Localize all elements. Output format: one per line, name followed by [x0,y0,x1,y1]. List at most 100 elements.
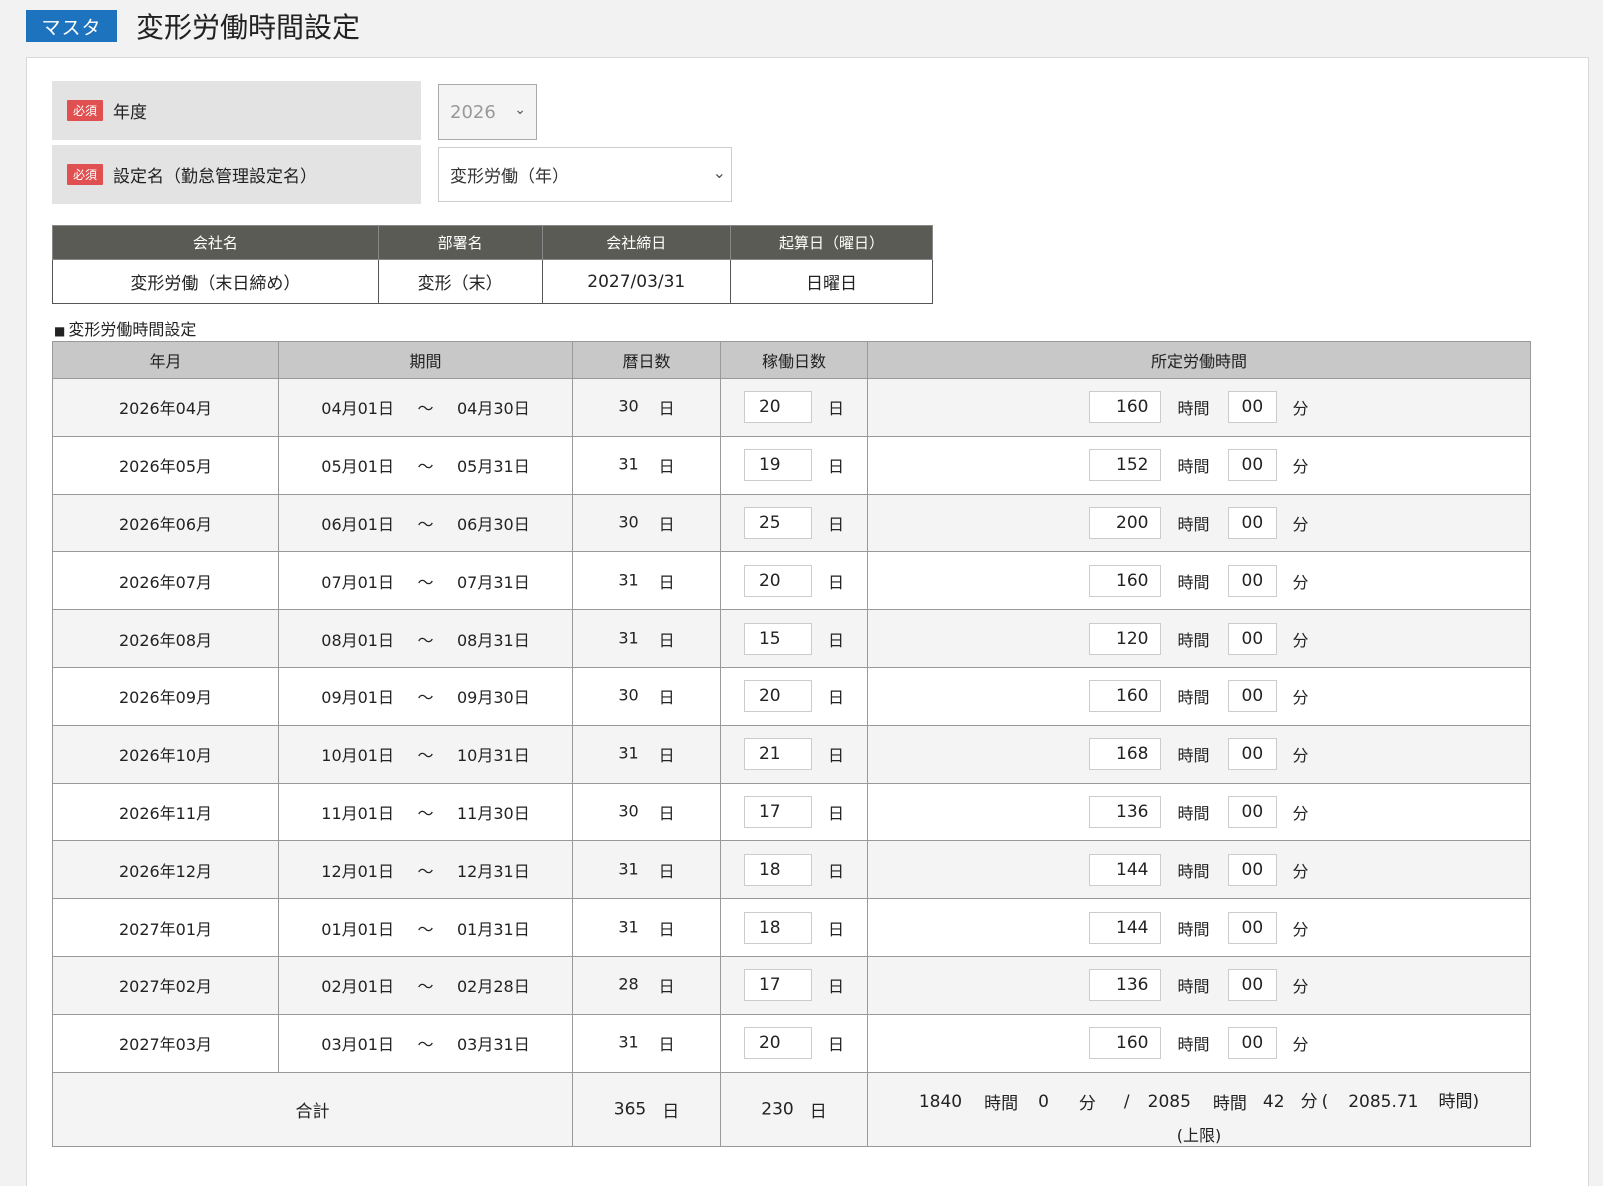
setting-select-value: 変形労働（年） [450,167,569,187]
hours-input[interactable]: 160 [1089,564,1162,597]
required-badge: 必須 [67,100,104,121]
info-header: 会社名 [52,225,379,260]
required-badge: 必須 [67,164,104,185]
minutes-input[interactable]: 00 [1227,564,1277,597]
minutes-input[interactable]: 00 [1227,911,1277,944]
minutes-input[interactable]: 00 [1227,1027,1277,1060]
col-header-calendar-days: 暦日数 [572,341,721,379]
total-hours: 1840 時間 0 分/2085 時間 42 分(2085.71 時間) (上限) [867,1071,1531,1148]
year-select-value: 2026 [450,101,496,123]
minutes-input[interactable]: 00 [1227,738,1277,771]
company-name: 変形労働（末日締め） [52,259,379,304]
row-calendar-days: 31 日 [572,551,721,611]
working-days-input[interactable]: 20 [743,1027,812,1060]
hours-input[interactable]: 136 [1089,969,1162,1002]
minutes-input[interactable]: 00 [1227,391,1277,424]
row-working-days: 17 日 [720,955,868,1015]
row-working-days: 20 日 [720,1013,868,1073]
table-row: 2026年04月 04月01日〜 04月30日 30 日 20 日 160 時間 00 分 [52,378,1531,437]
working-days-input[interactable]: 20 [743,391,812,424]
table-row: 2027年02月 02月01日〜 02月28日 28 日 17 日 136 時間 00 分 [52,955,1531,1015]
working-days-input[interactable]: 21 [743,738,812,771]
year-select[interactable]: 2026 ⌄ [438,84,537,140]
hours-input[interactable]: 160 [1089,1027,1162,1060]
row-scheduled-hours: 144 時間 00 分 [867,898,1531,957]
working-days-input[interactable]: 17 [743,969,812,1002]
row-period: 02月01日〜 02月28日 [278,955,573,1015]
working-days-input[interactable]: 19 [743,449,812,482]
limit-hours-value: 2085 [1147,1091,1191,1112]
working-days-input[interactable]: 20 [743,564,812,597]
table-row: 2026年12月 12月01日〜 12月31日 31 日 18 日 144 時間 00 分 [52,840,1531,900]
row-period: 08月01日〜 08月31日 [278,609,573,668]
hours-input[interactable]: 144 [1089,911,1162,944]
row-working-days: 18 日 [720,898,868,957]
row-calendar-days: 31 日 [572,435,721,495]
working-days-input[interactable]: 15 [743,622,812,655]
hours-input[interactable]: 136 [1089,795,1162,828]
working-days-input[interactable]: 25 [743,506,812,539]
minutes-input[interactable]: 00 [1227,506,1277,539]
minutes-input[interactable]: 00 [1227,969,1277,1002]
limit-decimal-value: 2085.71 [1348,1091,1419,1112]
setting-select[interactable]: 変形労働（年） ⌄ [438,147,732,202]
row-month: 2027年01月 [52,898,279,957]
row-month: 2026年06月 [52,493,279,553]
row-period: 03月01日〜 03月31日 [278,1013,573,1073]
page-title: 変形労働時間設定 [136,11,361,44]
row-scheduled-hours: 136 時間 00 分 [867,782,1531,842]
hours-input[interactable]: 200 [1089,506,1162,539]
working-days-input[interactable]: 18 [743,911,812,944]
hours-input[interactable]: 120 [1089,622,1162,655]
total-working-days: 230 日 [720,1071,868,1148]
row-calendar-days: 30 日 [572,666,721,726]
row-period: 01月01日〜 01月31日 [278,898,573,957]
hours-input[interactable]: 144 [1089,853,1162,886]
row-scheduled-hours: 144 時間 00 分 [867,840,1531,900]
row-calendar-days: 31 日 [572,609,721,668]
row-calendar-days: 28 日 [572,955,721,1015]
working-days-input[interactable]: 18 [743,853,812,886]
table-row: 2027年01月 01月01日〜 01月31日 31 日 18 日 144 時間 00 分 [52,898,1531,957]
info-header: 起算日（曜日） [730,225,933,260]
row-calendar-days: 31 日 [572,1013,721,1073]
row-period: 11月01日〜 11月30日 [278,782,573,842]
setting-field-label: 必須 設定名（勤怠管理設定名） [52,145,421,204]
hours-input[interactable]: 168 [1089,738,1162,771]
minutes-input[interactable]: 00 [1227,449,1277,482]
row-scheduled-hours: 168 時間 00 分 [867,724,1531,784]
row-scheduled-hours: 160 時間 00 分 [867,378,1531,437]
main-panel: 必須 年度 2026 ⌄ 必須 設定名（勤怠管理設定名） 変形労働（年） ⌄ 会… [26,57,1589,1186]
year-field-label: 必須 年度 [52,81,421,140]
minutes-input[interactable]: 00 [1227,680,1277,713]
row-period: 06月01日〜 06月30日 [278,493,573,553]
row-month: 2026年09月 [52,666,279,726]
row-scheduled-hours: 160 時間 00 分 [867,666,1531,726]
start-weekday: 日曜日 [730,259,933,304]
limit-note: (上限) [1176,1126,1222,1146]
table-row: 2026年05月 05月01日〜 05月31日 31 日 19 日 152 時間 00 分 [52,435,1531,495]
minutes-input[interactable]: 00 [1227,622,1277,655]
total-mins-value: 0 [1038,1091,1049,1112]
row-month: 2027年02月 [52,955,279,1015]
row-month: 2026年12月 [52,840,279,900]
working-days-input[interactable]: 20 [743,680,812,713]
row-working-days: 20 日 [720,551,868,611]
hours-input[interactable]: 152 [1089,449,1162,482]
table-row: 2026年06月 06月01日〜 06月30日 30 日 25 日 200 時間 00 分 [52,493,1531,553]
section-title: ■ 変形労働時間設定 [54,320,197,339]
col-header-scheduled-hours: 所定労働時間 [867,341,1531,379]
row-month: 2026年11月 [52,782,279,842]
chevron-down-icon: ⌄ [514,102,526,118]
hours-input[interactable]: 160 [1089,680,1162,713]
row-scheduled-hours: 160 時間 00 分 [867,551,1531,611]
page-header: マスタ 変形労働時間設定 [26,10,360,44]
working-days-input[interactable]: 17 [743,795,812,828]
info-header: 部署名 [377,225,543,260]
row-calendar-days: 30 日 [572,378,721,437]
minutes-input[interactable]: 00 [1227,853,1277,886]
limit-mins-value: 42 [1262,1091,1285,1112]
minutes-input[interactable]: 00 [1227,795,1277,828]
row-month: 2026年08月 [52,609,279,668]
hours-input[interactable]: 160 [1089,391,1162,424]
